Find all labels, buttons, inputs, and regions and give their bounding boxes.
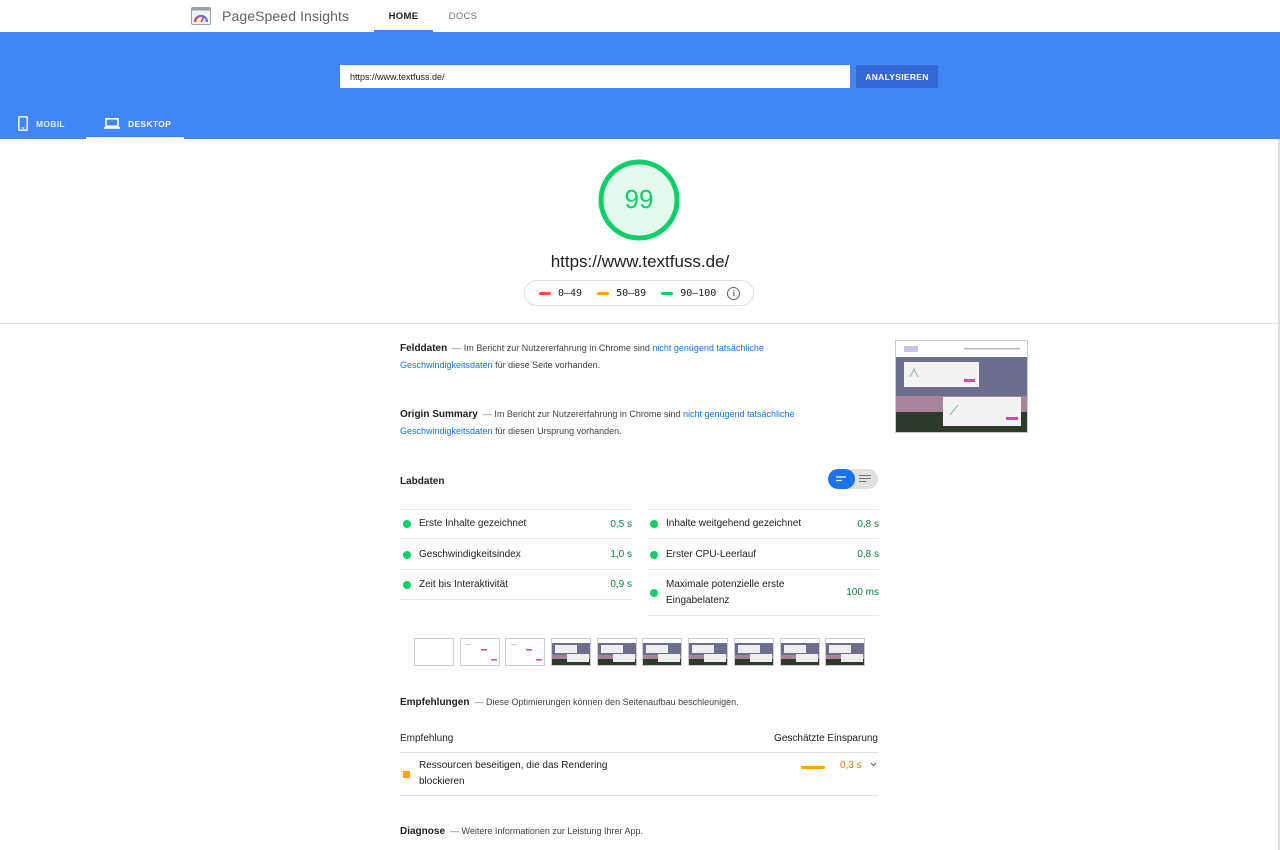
- opportunity-row[interactable]: Ressourcen beseitigen, die das Rendering…: [400, 757, 878, 796]
- tab-mobile[interactable]: MOBIL: [18, 108, 65, 139]
- smartphone-icon: [18, 116, 28, 131]
- metric-first-cpu-idle: Erster CPU-Leerlauf 0,8 s: [647, 540, 879, 570]
- legend-item-average: 50–89: [597, 288, 646, 299]
- top-navigation: PageSpeed Insights HOME DOCS: [0, 0, 1280, 32]
- metric-label: Erste Inhalte gezeichnet: [419, 518, 527, 529]
- column-header-savings: Geschätzte Einsparung: [774, 733, 878, 744]
- tab-desktop[interactable]: DESKTOP: [86, 108, 184, 139]
- tab-docs[interactable]: DOCS: [437, 0, 489, 32]
- metric-first-contentful-paint: Erste Inhalte gezeichnet 0,5 s: [400, 509, 632, 539]
- info-icon[interactable]: i: [727, 286, 741, 300]
- filmstrip: [414, 638, 871, 666]
- origin-summary-text: Im Bericht zur Nutzererfahrung in Chrome…: [494, 409, 681, 419]
- metric-speed-index: Geschwindigkeitsindex 1,0 s: [400, 540, 632, 570]
- field-data-section: Felddaten — Im Bericht zur Nutzererfahru…: [400, 340, 840, 374]
- metrics-view-toggle[interactable]: [828, 469, 878, 489]
- dash: —: [452, 343, 462, 353]
- pass-indicator-icon: [650, 520, 658, 528]
- filmstrip-frame: [779, 638, 820, 666]
- opportunities-subtitle: Diese Optimierungen können den Seitenauf…: [485, 697, 739, 707]
- metric-label: Geschwindigkeitsindex: [419, 548, 521, 560]
- filmstrip-frame: [505, 638, 546, 666]
- origin-summary-title: Origin Summary: [400, 409, 478, 420]
- metric-value: 1,0 s: [610, 549, 632, 560]
- origin-summary-section: Origin Summary — Im Bericht zur Nutzerer…: [400, 406, 840, 440]
- diagnostics-subtitle: Weitere Informationen zur Leistung Ihrer…: [461, 826, 643, 836]
- laptop-icon: [104, 118, 120, 129]
- score-legend: 0–49 50–89 90–100 i: [524, 280, 754, 306]
- legend-label: 90–100: [680, 287, 717, 299]
- column-header-recommendation: Empfehlung: [400, 733, 454, 744]
- metric-first-meaningful-paint: Inhalte weitgehend gezeichnet 0,8 s: [647, 509, 879, 539]
- dash: —: [482, 409, 492, 419]
- filmstrip-frame: [642, 638, 683, 666]
- section-divider: [0, 323, 1280, 324]
- analyze-button[interactable]: ANALYSIEREN: [856, 65, 938, 88]
- metric-label: Maximale potenzielle erste Eingabelatenz: [666, 578, 785, 606]
- metric-value: 0,8 s: [857, 549, 879, 560]
- pass-indicator-icon: [650, 588, 658, 597]
- tab-desktop-label: DESKTOP: [128, 118, 172, 129]
- brand-name: PageSpeed Insights: [222, 8, 350, 24]
- tab-home[interactable]: HOME: [374, 0, 433, 32]
- filmstrip-frame: [459, 638, 500, 666]
- average-indicator-icon: [403, 771, 410, 778]
- legend-label: 50–89: [616, 287, 647, 299]
- metric-value: 0,8 s: [857, 518, 879, 530]
- performance-score: 99: [624, 184, 654, 214]
- final-screenshot-thumbnail: [895, 340, 1028, 433]
- savings-bar: [801, 766, 825, 769]
- filmstrip-frame: [825, 638, 866, 666]
- origin-summary-text-end: für diesen Ursprung vorhanden.: [495, 426, 622, 436]
- savings-value: 0,3 s: [840, 760, 862, 771]
- tab-mobile-label: MOBIL: [36, 118, 65, 129]
- legend-item-pass: 90–100: [661, 288, 716, 299]
- filmstrip-frame: [733, 638, 774, 666]
- field-data-text: Im Bericht zur Nutzererfahrung in Chrome…: [463, 343, 650, 353]
- metric-max-potential-fid: Maximale potenzielle erste Eingabelatenz…: [647, 570, 879, 616]
- compact-list-icon: [836, 476, 846, 482]
- metric-label: Inhalte weitgehend gezeichnet: [666, 518, 802, 529]
- legend-label: 0–49: [558, 287, 583, 299]
- analyzed-url: https://www.textfuss.de/: [550, 252, 730, 271]
- metric-value: 100 ms: [846, 587, 879, 598]
- filmstrip-frame: [596, 638, 637, 666]
- expanded-list-icon[interactable]: [858, 474, 872, 484]
- search-header: ANALYSIEREN MOBIL DESKTOP: [0, 32, 1280, 139]
- lab-data-title: Labdaten: [400, 476, 445, 487]
- diagnostics-section: Diagnose — Weitere Informationen zur Lei…: [400, 823, 840, 840]
- dash: —: [450, 826, 460, 836]
- chevron-down-icon[interactable]: [870, 761, 877, 768]
- url-input[interactable]: [340, 65, 850, 88]
- legend-bar-red: [539, 291, 551, 295]
- pass-indicator-icon: [403, 550, 411, 559]
- opportunities-section: Empfehlungen — Diese Optimierungen könne…: [400, 694, 840, 711]
- metric-label: Erster CPU-Leerlauf: [666, 548, 757, 560]
- dash: —: [474, 697, 484, 707]
- filmstrip-frame: [551, 638, 592, 666]
- pass-indicator-icon: [650, 550, 658, 559]
- opportunities-table-header: Empfehlung Geschätzte Einsparung: [400, 733, 878, 753]
- brand[interactable]: PageSpeed Insights: [191, 6, 349, 26]
- filmstrip-frame: [414, 638, 454, 666]
- metric-time-to-interactive: Zeit bis Interaktivität 0,9 s: [400, 570, 632, 600]
- diagnostics-title: Diagnose: [400, 826, 446, 837]
- opportunity-label: Ressourcen beseitigen, die das Rendering…: [419, 760, 608, 787]
- pass-indicator-icon: [403, 520, 411, 528]
- legend-bar-orange: [597, 291, 610, 295]
- filmstrip-frame: [688, 638, 729, 666]
- opportunities-title: Empfehlungen: [400, 697, 470, 708]
- field-data-text-end: für diese Seite vorhanden.: [495, 360, 601, 370]
- pagespeed-logo-icon: [191, 7, 211, 25]
- legend-item-fail: 0–49: [539, 288, 582, 299]
- metric-label: Zeit bis Interaktivität: [419, 578, 508, 590]
- metric-value: 0,9 s: [610, 579, 632, 590]
- legend-bar-green: [661, 291, 674, 295]
- metric-value: 0,5 s: [610, 518, 632, 530]
- field-data-title: Felddaten: [400, 343, 448, 354]
- pass-indicator-icon: [403, 580, 411, 589]
